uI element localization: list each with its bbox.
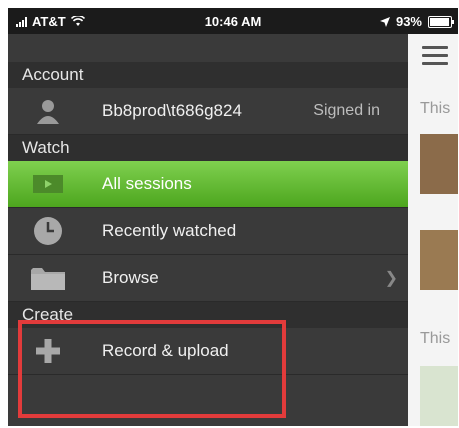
folder-icon (20, 266, 76, 290)
menu-item-label: All sessions (102, 174, 192, 193)
highlight-box (18, 320, 286, 418)
menu-item-recently-watched[interactable]: Recently watched (8, 208, 408, 255)
phone-screen: AT&T 10:46 AM 93% Account Bb8prod\t686g8… (8, 8, 458, 426)
location-arrow-icon (379, 16, 390, 27)
section-header-account: Account (8, 62, 408, 88)
content-text: This (420, 100, 451, 117)
session-thumbnail[interactable] (420, 134, 458, 194)
video-icon (20, 175, 76, 193)
menu-item-browse[interactable]: Browse ❯ (8, 255, 408, 302)
status-bar: AT&T 10:46 AM 93% (8, 8, 458, 34)
main-content-peek: This This (408, 34, 458, 426)
content-text: This (420, 330, 451, 347)
menu-item-label: Recently watched (102, 221, 237, 240)
chevron-right-icon: ❯ (384, 270, 398, 287)
menu-item-all-sessions[interactable]: All sessions (8, 161, 408, 208)
battery-fill (430, 17, 449, 26)
screenshot-frame: AT&T 10:46 AM 93% Account Bb8prod\t686g8… (0, 0, 459, 428)
menu-item-label: Browse (102, 268, 159, 287)
signed-in-status: Signed in (313, 102, 380, 119)
account-username: Bb8prod\t686g824 (102, 101, 242, 120)
hamburger-menu-icon[interactable] (422, 46, 448, 70)
section-header-watch: Watch (8, 135, 408, 161)
session-thumbnail[interactable] (420, 230, 458, 290)
account-row[interactable]: Bb8prod\t686g824 Signed in (8, 88, 408, 135)
clock-icon (20, 216, 76, 246)
status-right: 93% (379, 14, 454, 29)
battery-icon (428, 15, 454, 28)
user-icon (20, 98, 76, 124)
session-thumbnail[interactable] (420, 366, 458, 426)
battery-percent: 93% (395, 14, 422, 29)
